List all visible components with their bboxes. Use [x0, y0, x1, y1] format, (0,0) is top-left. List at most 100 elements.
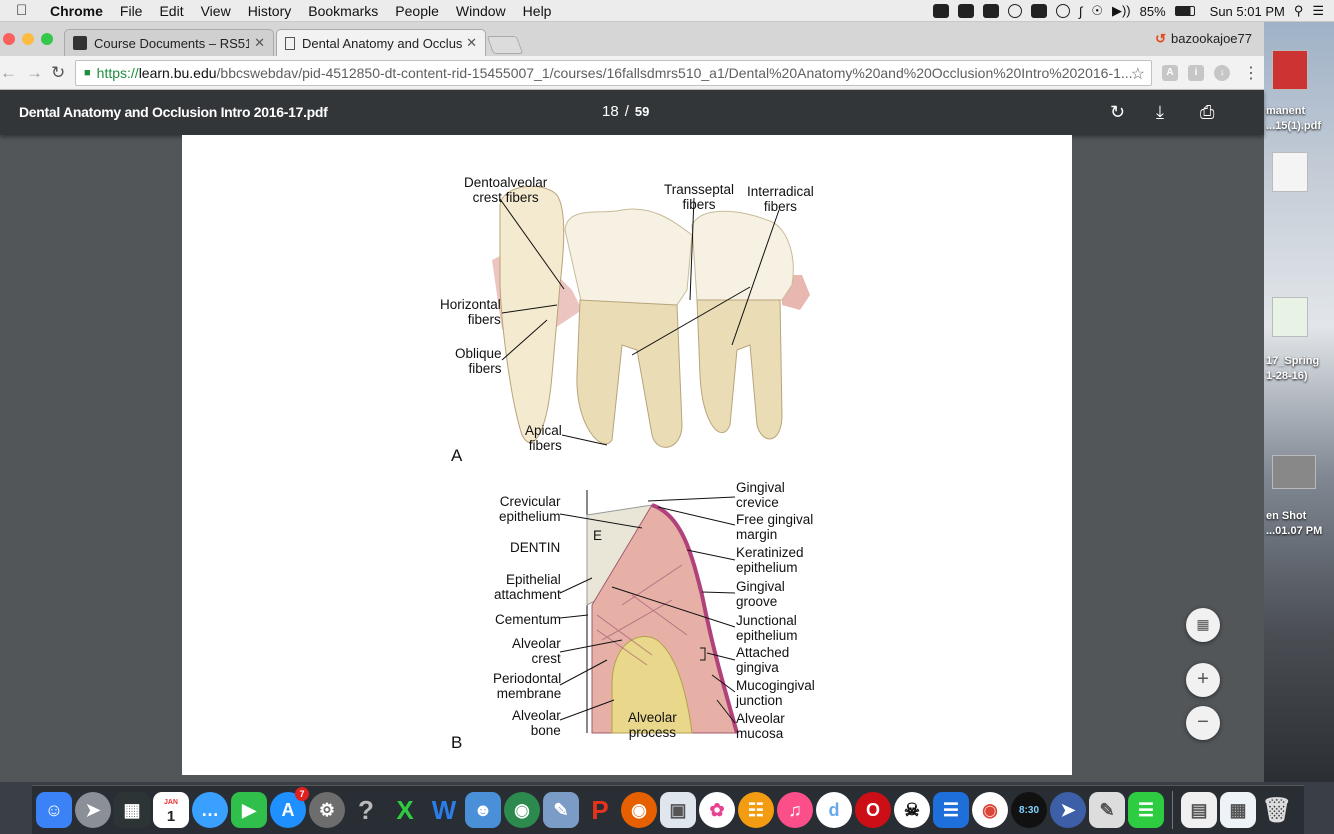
- notification-tray-icon[interactable]: [1030, 4, 1047, 18]
- finder-icon[interactable]: ☺: [36, 792, 72, 828]
- shield-tray-icon[interactable]: [1007, 4, 1022, 18]
- label-gingival-groove: Gingival groove: [736, 579, 785, 609]
- volume-icon[interactable]: ▶)): [1112, 3, 1131, 19]
- label-enamel: E: [593, 528, 603, 543]
- desktop-spreadsheet-icon[interactable]: [1272, 297, 1308, 337]
- new-tab-button[interactable]: [486, 36, 524, 54]
- evernote-icon[interactable]: ☰: [1128, 792, 1164, 828]
- url-host: learn.bu.edu: [138, 65, 217, 81]
- zoom-out-button[interactable]: −: [1186, 706, 1220, 740]
- time-machine-icon[interactable]: [1055, 4, 1070, 18]
- preview-icon[interactable]: ✎: [543, 792, 579, 828]
- ibooks-icon[interactable]: ☷: [738, 792, 774, 828]
- menu-view[interactable]: View: [201, 3, 231, 19]
- excel-icon[interactable]: X: [387, 792, 423, 828]
- menu-help[interactable]: Help: [523, 3, 552, 19]
- desktop-screenshot-icon[interactable]: [1272, 455, 1316, 489]
- menu-window[interactable]: Window: [456, 3, 506, 19]
- reload-icon[interactable]: ↻: [51, 63, 65, 83]
- evernote-tray-icon[interactable]: [932, 4, 949, 18]
- print-icon[interactable]: ⎙: [1200, 102, 1214, 123]
- minimize-window-button[interactable]: [22, 33, 34, 45]
- close-tab-icon[interactable]: ✕: [254, 35, 265, 51]
- rotate-icon[interactable]: ↻: [1110, 102, 1125, 123]
- extension-download-icon[interactable]: ↓: [1214, 65, 1230, 81]
- menu-app-name[interactable]: Chrome: [50, 3, 103, 19]
- menu-bookmarks[interactable]: Bookmarks: [308, 3, 378, 19]
- bluetooth-icon[interactable]: ∫: [1079, 4, 1083, 19]
- chrome-menu-icon[interactable]: ⋮: [1243, 63, 1259, 83]
- network-icon[interactable]: ◉: [504, 792, 540, 828]
- safari-icon[interactable]: ➤: [1050, 792, 1086, 828]
- desktop-label[interactable]: ...15(1).pdf: [1266, 120, 1321, 132]
- menu-clock[interactable]: Sun 5:01 PM: [1210, 4, 1285, 19]
- facetime-icon[interactable]: ▶: [231, 792, 267, 828]
- clock-app-text: 8:30: [1018, 804, 1039, 816]
- tab-dental-anatomy[interactable]: Dental Anatomy and Occlusion ✕: [276, 29, 486, 56]
- system-preferences-icon[interactable]: ⚙: [309, 792, 345, 828]
- back-arrow-icon[interactable]: ←: [0, 63, 17, 83]
- battery-icon[interactable]: [1174, 6, 1195, 16]
- zoom-window-button[interactable]: [41, 33, 53, 45]
- menu-history[interactable]: History: [248, 3, 292, 19]
- total-pages: 59: [634, 104, 650, 119]
- menu-edit[interactable]: Edit: [159, 3, 183, 19]
- help-icon[interactable]: ?: [348, 792, 384, 828]
- forward-arrow-icon[interactable]: →: [26, 63, 43, 83]
- close-window-button[interactable]: [3, 33, 15, 45]
- desktop-label[interactable]: 17_Spring: [1266, 355, 1319, 367]
- opera-icon[interactable]: O: [855, 792, 891, 828]
- chrome-icon[interactable]: ◉: [972, 792, 1008, 828]
- screenshot-stack-icon[interactable]: ▦: [1220, 792, 1256, 828]
- desktop-file-icon[interactable]: [1272, 152, 1308, 192]
- spotlight-icon[interactable]: ⚲: [1294, 3, 1304, 19]
- itunes-icon[interactable]: ♫: [777, 792, 813, 828]
- label-periodontal-membrane: Periodontal membrane: [493, 671, 562, 701]
- mission-control-icon[interactable]: ▦: [114, 792, 150, 828]
- desktop-label[interactable]: 1-28-16): [1266, 370, 1308, 382]
- calendar-icon[interactable]: JAN 1: [153, 792, 189, 828]
- contacts-icon[interactable]: ☻: [465, 792, 501, 828]
- notes-list-icon[interactable]: ☰: [933, 792, 969, 828]
- clock-app-icon[interactable]: 8:30: [1011, 792, 1047, 828]
- apple-menu-icon[interactable]: : [16, 2, 36, 19]
- menu-people[interactable]: People: [395, 3, 439, 19]
- desktop-label[interactable]: manent: [1266, 105, 1305, 117]
- image-capture-icon[interactable]: ▣: [660, 792, 696, 828]
- tab-course-documents[interactable]: Course Documents – RS510 A ✕: [64, 29, 274, 56]
- dictionary-icon[interactable]: d: [816, 792, 852, 828]
- battery-percent[interactable]: 85%: [1140, 4, 1166, 19]
- app-store-icon[interactable]: A7: [270, 787, 309, 828]
- skull-app-icon[interactable]: ☠: [894, 792, 930, 828]
- fit-page-button[interactable]: ▦: [1186, 608, 1220, 642]
- zoom-in-button[interactable]: +: [1186, 663, 1220, 697]
- panel-letter-a: A: [451, 446, 463, 465]
- desktop-label[interactable]: en Shot: [1266, 510, 1306, 522]
- trash-icon[interactable]: 🗑: [1259, 792, 1295, 828]
- desktop-label[interactable]: ...01.07 PM: [1266, 525, 1322, 537]
- menu-file[interactable]: File: [120, 3, 143, 19]
- pdf-page: Dentoalveolar crest fibers Transseptal f…: [182, 135, 1072, 775]
- desktop-file-icon[interactable]: [1272, 50, 1308, 90]
- launchpad-icon[interactable]: ➤: [75, 792, 111, 828]
- photos-icon[interactable]: ✿: [699, 792, 735, 828]
- extension-a-icon[interactable]: A: [1162, 65, 1178, 81]
- powerpoint-icon[interactable]: P: [582, 792, 618, 828]
- word-icon[interactable]: W: [426, 792, 462, 828]
- app-tray-icon[interactable]: [957, 4, 974, 18]
- download-icon[interactable]: ⤓: [1156, 102, 1164, 123]
- address-bar[interactable]: ■ https://learn.bu.edu/bbcswebdav/pid-45…: [75, 60, 1152, 86]
- messages-icon[interactable]: …: [192, 792, 228, 828]
- notification-center-icon[interactable]: ☰: [1312, 3, 1324, 19]
- extension-info-icon[interactable]: i: [1188, 65, 1204, 81]
- document-icon: [285, 36, 295, 50]
- camera-tray-icon[interactable]: [982, 4, 999, 18]
- close-tab-icon[interactable]: ✕: [466, 35, 477, 51]
- current-page-input[interactable]: 18: [602, 103, 619, 120]
- utility-icon[interactable]: ✎: [1089, 792, 1125, 828]
- documents-stack-icon[interactable]: ▤: [1181, 792, 1217, 828]
- wifi-icon[interactable]: ☉: [1091, 3, 1103, 19]
- firefox-icon[interactable]: ◉: [621, 792, 657, 828]
- bookmark-star-icon[interactable]: ☆: [1131, 64, 1145, 84]
- profile-button[interactable]: ↺ bazookajoe77: [1155, 31, 1252, 47]
